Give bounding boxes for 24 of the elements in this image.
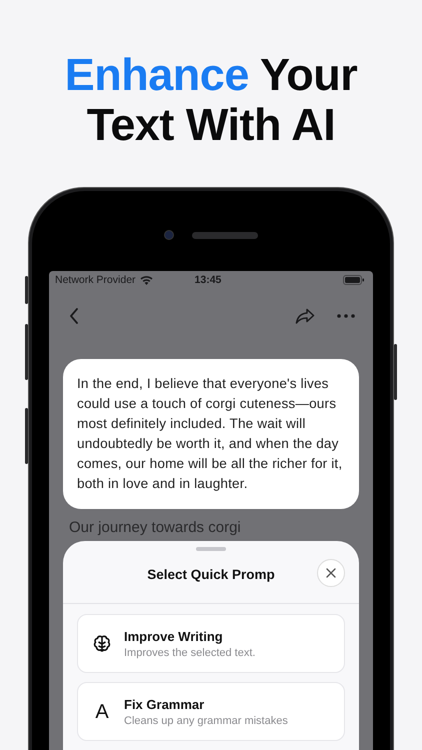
- carrier-name: Network Provider: [55, 274, 136, 286]
- brain-icon: [93, 634, 111, 652]
- clock-time: 13:45: [194, 274, 222, 286]
- prompt-description: Improves the selected text.: [124, 646, 256, 658]
- camera-icon: [164, 230, 174, 240]
- close-button[interactable]: [317, 559, 345, 587]
- document-text: Our journey towards corgi: [69, 518, 242, 538]
- sheet-title: Select Quick Promp: [147, 566, 275, 582]
- selected-text: In the end, I believe that everyone's lives could use a touch of corgi cuteness—ours most definitely included. The wait will undoubtedly be worth it, and when the day comes, our home will be all the richer for it, both in love and in laughter.: [77, 375, 344, 493]
- prompt-description: Cleans up any grammar mistakes: [124, 714, 288, 726]
- more-icon[interactable]: [337, 314, 355, 318]
- prompt-card[interactable]: Improve Writing Improves the selected text.: [77, 614, 345, 673]
- battery-icon: [343, 274, 365, 284]
- prompt-card[interactable]: A Fix Grammar Cleans up any grammar mistakes: [77, 682, 345, 741]
- sheet-handle[interactable]: [196, 547, 226, 551]
- share-icon[interactable]: [295, 308, 315, 324]
- prompt-title: Fix Grammar: [124, 696, 206, 712]
- prompt-title: Improve Writing: [124, 628, 224, 644]
- speaker-icon: [192, 232, 258, 238]
- headline: Enhance Your Text With AI: [64, 50, 358, 150]
- letter-icon: A: [95, 702, 109, 722]
- close-icon: [326, 568, 336, 578]
- back-icon[interactable]: [69, 308, 79, 324]
- wifi-icon: [140, 274, 153, 284]
